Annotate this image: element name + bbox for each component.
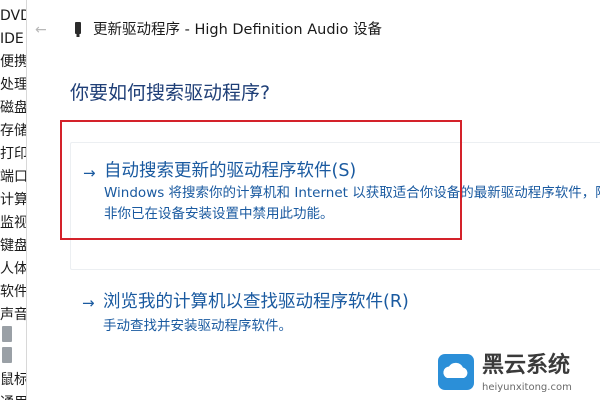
tree-item[interactable]: 软件	[0, 282, 26, 302]
watermark-name: 黑云系统	[482, 353, 571, 378]
tree-item[interactable]: 端口	[0, 167, 26, 187]
tree-item[interactable]: IDE	[0, 29, 24, 49]
watermark: 黑云系统 heiyunxitong.com	[438, 352, 598, 400]
speaker-icon	[2, 347, 12, 363]
back-arrow-icon[interactable]: ←	[35, 20, 47, 40]
description-line: 非你已在设备安装设置中禁用此功能。	[104, 206, 334, 222]
speaker-icon	[2, 326, 12, 342]
auto-search-title: 自动搜索更新的驱动程序软件(S)	[104, 161, 357, 181]
tree-item[interactable]: 计算	[0, 190, 26, 210]
search-method-question: 你要如何搜索驱动程序?	[70, 82, 271, 104]
tree-item[interactable]: 处理	[0, 75, 26, 95]
auto-search-option[interactable]: → 自动搜索更新的驱动程序软件(S) Windows 将搜索你的计算机和 Int…	[70, 142, 600, 270]
tree-item[interactable]: 通用	[0, 393, 26, 400]
description-line: Windows 将搜索你的计算机和 Internet 以获取适合你设备的最新驱动…	[104, 185, 600, 201]
auto-search-description: Windows 将搜索你的计算机和 Internet 以获取适合你设备的最新驱动…	[104, 183, 600, 225]
device-icon	[75, 22, 81, 37]
tree-item[interactable]: 磁盘	[0, 98, 26, 118]
tree-item[interactable]: 监视	[0, 213, 26, 233]
browse-computer-option[interactable]: → 浏览我的计算机以查找驱动程序软件(R) 手动查找并安装驱动程序软件。	[70, 280, 600, 348]
dialog-title: 更新驱动程序 - High Definition Audio 设备	[93, 22, 383, 38]
tree-item[interactable]: DVD	[0, 6, 26, 26]
update-driver-dialog: ← 更新驱动程序 - High Definition Audio 设备 你要如何…	[26, 0, 600, 400]
arrow-right-icon: →	[83, 164, 96, 182]
tree-item[interactable]: 人体	[0, 259, 26, 279]
tree-item[interactable]: 存储	[0, 121, 26, 141]
arrow-right-icon: →	[82, 294, 95, 312]
device-manager-tree: DVD IDE 便携 处理 磁盘 存储 打印 端口 计算 监视 键盘 人体 软件…	[0, 0, 26, 400]
cloud-logo-icon	[438, 354, 474, 390]
tree-item[interactable]: 鼠标	[0, 370, 26, 390]
tree-item[interactable]: 键盘	[0, 236, 26, 256]
browse-computer-description: 手动查找并安装驱动程序软件。	[103, 318, 292, 334]
tree-item[interactable]: 便携	[0, 52, 26, 72]
screenshot-root: DVD IDE 便携 处理 磁盘 存储 打印 端口 计算 监视 键盘 人体 软件…	[0, 0, 600, 400]
tree-item[interactable]: 声音	[0, 305, 26, 325]
watermark-url: heiyunxitong.com	[482, 382, 572, 393]
tree-item[interactable]: 打印	[0, 144, 26, 164]
browse-computer-title: 浏览我的计算机以查找驱动程序软件(R)	[103, 292, 409, 312]
